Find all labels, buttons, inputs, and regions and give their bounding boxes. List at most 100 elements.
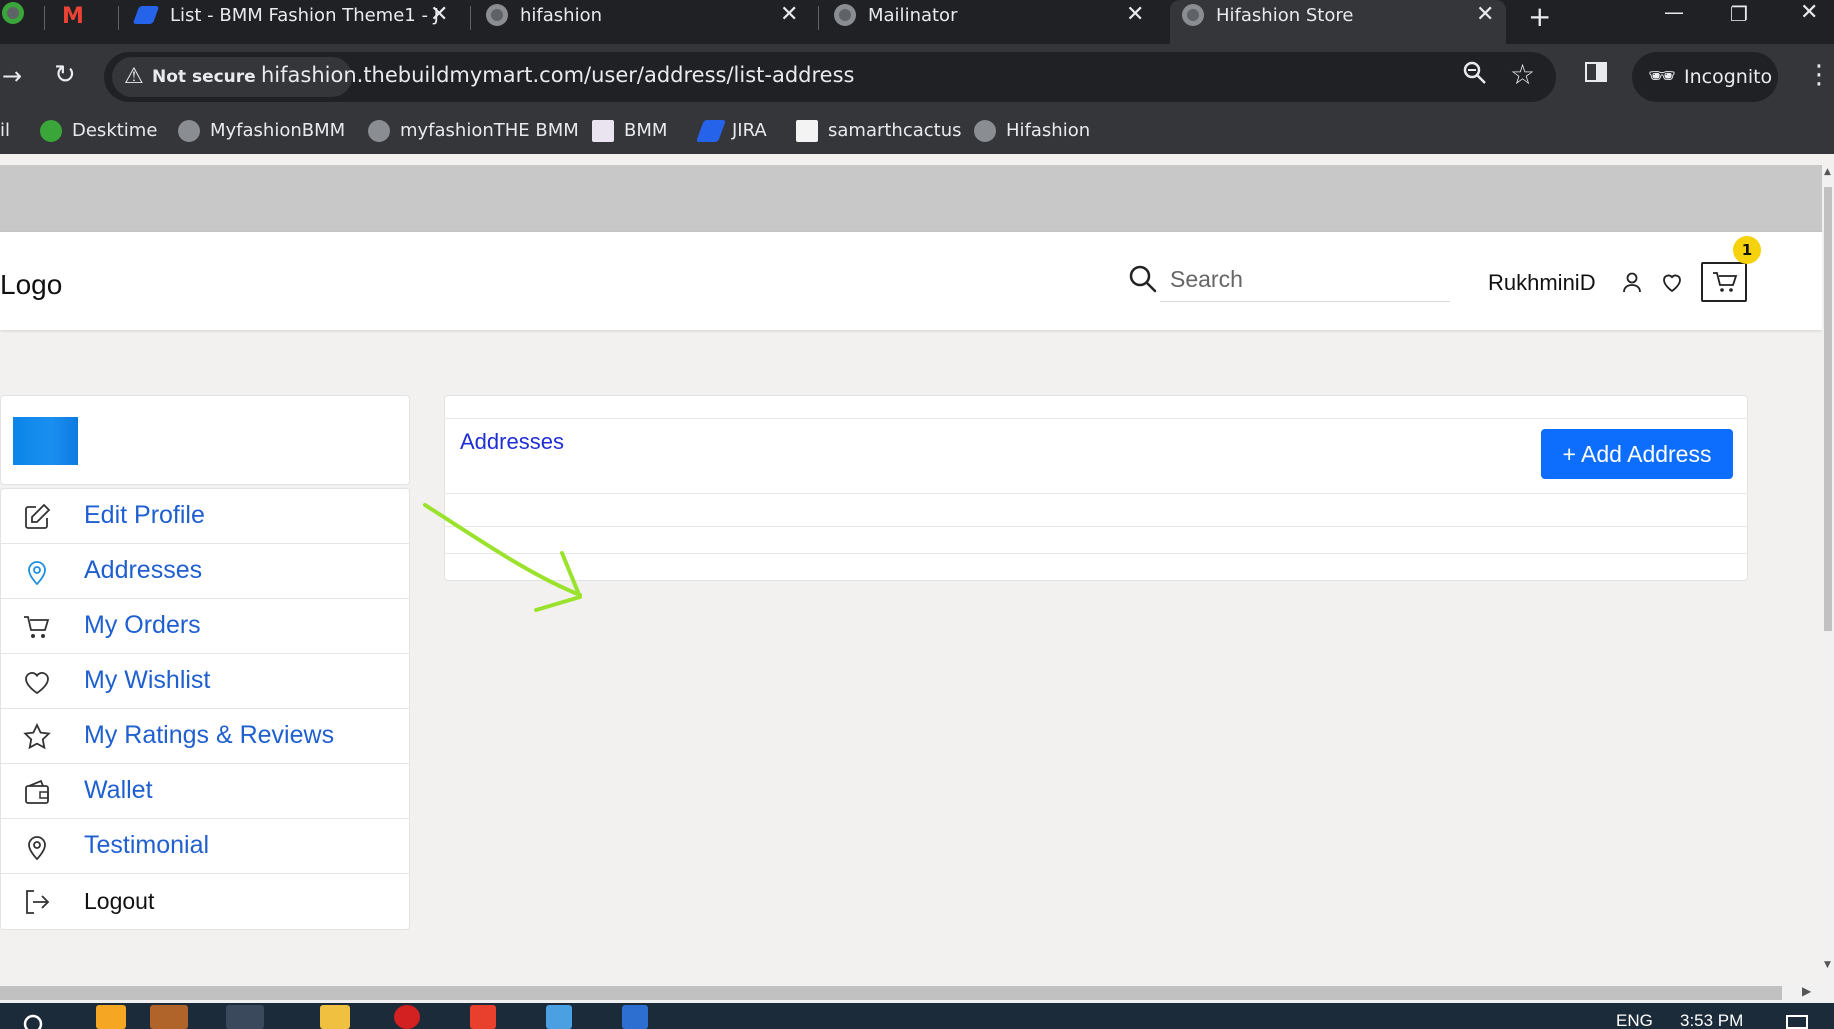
annotation-arrow-icon	[423, 503, 582, 612]
account-menu: Edit Profile Addresses My Orders My Wish…	[0, 488, 410, 930]
close-tab-icon[interactable]: ✕	[430, 2, 448, 27]
search-bar	[1128, 258, 1452, 304]
scroll-right-arrow-icon[interactable]: ▶	[1802, 984, 1811, 998]
cart-count-badge: 1	[1733, 236, 1761, 264]
taskbar-calculator-icon[interactable]	[546, 1005, 572, 1029]
wallet-icon	[25, 779, 49, 804]
new-tab-button[interactable]: +	[1528, 0, 1551, 33]
menu-label: Edit Profile	[84, 501, 205, 529]
incognito-icon: 🕶	[1648, 64, 1676, 89]
menu-item-testimonial[interactable]: Testimonial	[1, 819, 409, 874]
minimize-button[interactable]: —	[1664, 0, 1684, 24]
browser-tab-strip: M List - BMM Fashion Theme1 - J ✕ hifash…	[0, 0, 1834, 44]
logout-icon	[26, 890, 50, 914]
taskbar-chrome-icon[interactable]	[226, 1005, 264, 1029]
add-address-button[interactable]: + Add Address	[1541, 429, 1733, 479]
avatar	[13, 417, 78, 465]
menu-item-edit-profile[interactable]: Edit Profile	[1, 489, 409, 544]
taskbar-app-icon[interactable]	[96, 1005, 126, 1029]
vertical-scroll-thumb[interactable]	[1824, 187, 1832, 631]
tab-title: hifashion	[520, 5, 602, 26]
close-tab-icon[interactable]: ✕	[780, 2, 798, 27]
panel-header: Addresses + Add Address	[445, 418, 1747, 494]
os-taskbar: ENG 3:53 PM	[0, 1003, 1834, 1029]
menu-label: My Wishlist	[84, 666, 211, 694]
scroll-up-arrow-icon[interactable]: ▲	[1824, 167, 1831, 177]
cart-icon	[24, 616, 50, 638]
user-icon[interactable]	[1620, 270, 1644, 294]
taskbar-edge-icon[interactable]	[150, 1005, 188, 1029]
bmm-icon	[592, 120, 614, 142]
side-panel-icon[interactable]	[1584, 60, 1608, 90]
tab-title: Hifashion Store	[1216, 5, 1354, 26]
location-pin-icon	[28, 836, 46, 861]
bookmarks-bar: il Desktime MyfashionBMM myfashionTHE BM…	[0, 120, 1091, 142]
menu-label: Logout	[84, 888, 155, 914]
tab-hifashion[interactable]: hifashion ✕	[480, 0, 800, 44]
username-label[interactable]: RukhminiD	[1488, 270, 1596, 296]
cart-button[interactable]	[1701, 262, 1747, 302]
desktime-icon	[40, 120, 62, 142]
menu-label: Wallet	[84, 776, 153, 804]
addresses-panel: Addresses + Add Address	[444, 395, 1748, 581]
tab-list-bmm[interactable]: List - BMM Fashion Theme1 - J ✕	[128, 0, 448, 44]
menu-item-addresses[interactable]: Addresses	[1, 544, 409, 599]
menu-item-logout[interactable]: Logout	[1, 874, 409, 929]
menu-label: Testimonial	[84, 831, 210, 859]
search-icon[interactable]	[1128, 264, 1158, 294]
panel-title: Addresses	[460, 429, 564, 454]
url-text[interactable]: hifashion.thebuildmymart.com/user/addres…	[261, 63, 855, 87]
reload-icon[interactable]: ↻	[54, 60, 76, 90]
globe-icon	[834, 4, 856, 26]
jira-icon	[132, 6, 160, 24]
restore-button[interactable]: ❐	[1730, 2, 1748, 26]
close-tab-icon[interactable]: ✕	[1476, 2, 1494, 27]
incognito-profile-button[interactable]: 🕶 Incognito	[1632, 52, 1778, 102]
search-icon[interactable]	[22, 1013, 44, 1029]
menu-item-my-ratings-reviews[interactable]: My Ratings & Reviews	[1, 709, 409, 764]
address-bar[interactable]: ⚠ Not secure hifashion.thebuildmymart.co…	[104, 52, 1556, 102]
tab-separator	[470, 6, 471, 30]
search-input[interactable]	[1160, 258, 1450, 302]
wishlist-heart-icon[interactable]	[1660, 270, 1684, 294]
forward-icon[interactable]: →	[2, 62, 22, 90]
scroll-down-arrow-icon[interactable]: ▼	[1824, 960, 1831, 970]
close-window-button[interactable]: ✕	[1800, 0, 1818, 25]
zoom-icon[interactable]	[1462, 60, 1488, 93]
star-icon	[23, 723, 51, 750]
more-menu-icon[interactable]: ⋮	[1806, 60, 1832, 90]
vertical-scrollbar[interactable]: ▲ ▼	[1822, 165, 1834, 1005]
globe-icon	[368, 120, 390, 142]
horizontal-scrollbar[interactable]: ▶	[0, 983, 1822, 1003]
notifications-icon[interactable]	[1786, 1015, 1808, 1029]
tab-title: Mailinator	[868, 5, 958, 26]
horizontal-scroll-thumb[interactable]	[0, 986, 1782, 1000]
menu-label: My Orders	[84, 611, 201, 639]
top-banner-area	[0, 165, 1822, 232]
location-pin-icon	[28, 561, 46, 586]
taskbar-app-icon[interactable]	[622, 1005, 648, 1029]
taskbar-opera-icon[interactable]	[394, 1005, 420, 1029]
tab-hifashion-store[interactable]: Hifashion Store ✕	[1170, 0, 1506, 44]
tab-title: List - BMM Fashion Theme1 - J	[170, 5, 439, 26]
close-tab-icon[interactable]: ✕	[1126, 2, 1144, 27]
menu-item-wallet[interactable]: Wallet	[1, 764, 409, 819]
gmail-tab[interactable]: M	[56, 0, 116, 44]
cactus-icon	[796, 120, 818, 142]
menu-item-my-wishlist[interactable]: My Wishlist	[1, 654, 409, 709]
bookmark-star-icon[interactable]: ☆	[1510, 58, 1535, 91]
language-indicator[interactable]: ENG	[1616, 1011, 1653, 1029]
browser-toolbar: → ↻ ⚠ Not secure hifashion.thebuildmymar…	[0, 44, 1834, 154]
tab-separator	[118, 6, 119, 30]
site-logo[interactable]: Logo	[0, 269, 62, 301]
clock[interactable]: 3:53 PM	[1680, 1011, 1743, 1029]
edit-icon	[25, 503, 51, 529]
taskbar-folder-icon[interactable]	[320, 1005, 350, 1029]
tab-separator	[818, 6, 819, 30]
menu-item-my-orders[interactable]: My Orders	[1, 599, 409, 654]
menu-label: Addresses	[84, 556, 203, 584]
heart-icon	[25, 672, 49, 695]
profile-card	[0, 395, 410, 485]
taskbar-app-icon[interactable]	[470, 1005, 496, 1029]
tab-mailinator[interactable]: Mailinator ✕	[828, 0, 1158, 44]
